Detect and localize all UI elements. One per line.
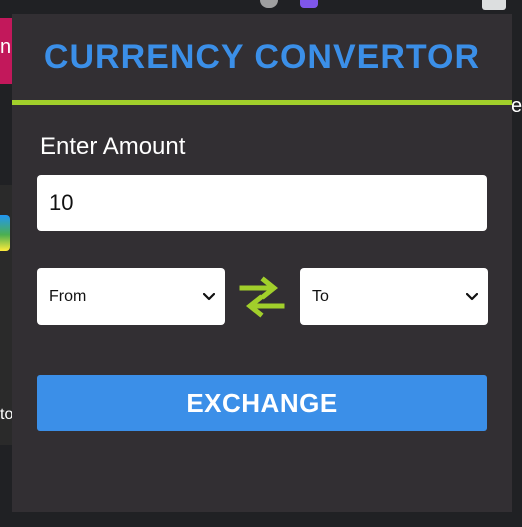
background-app-icon: [0, 215, 10, 251]
background-page-text: to: [0, 406, 12, 423]
app-title: CURRENCY CONVERTOR: [43, 37, 481, 76]
background-page-text: e: [511, 95, 522, 117]
chevron-down-icon: [203, 291, 215, 303]
from-currency-selected: From: [49, 287, 87, 305]
browser-viewport: n to e CURRENCY CONVERTOR Enter Amount F…: [0, 0, 522, 527]
browser-toolbar-strip: [0, 0, 522, 14]
to-currency-select[interactable]: To: [300, 268, 488, 325]
to-currency-selected: To: [312, 287, 329, 305]
amount-input[interactable]: [37, 175, 487, 231]
popup-header: CURRENCY CONVERTOR: [12, 14, 512, 100]
extension-icon[interactable]: [260, 0, 278, 8]
extension-icon[interactable]: [300, 0, 318, 8]
amount-label: Enter Amount: [40, 133, 186, 160]
chevron-down-icon: [466, 291, 478, 303]
exchange-button[interactable]: EXCHANGE: [37, 375, 487, 431]
background-page-text: n: [0, 36, 12, 58]
currency-converter-popup: CURRENCY CONVERTOR Enter Amount From To: [12, 14, 512, 512]
header-accent-bar: [12, 100, 512, 105]
swap-arrows-icon[interactable]: [238, 276, 286, 318]
from-currency-select[interactable]: From: [37, 268, 225, 325]
browser-menu-icon[interactable]: [482, 0, 506, 10]
